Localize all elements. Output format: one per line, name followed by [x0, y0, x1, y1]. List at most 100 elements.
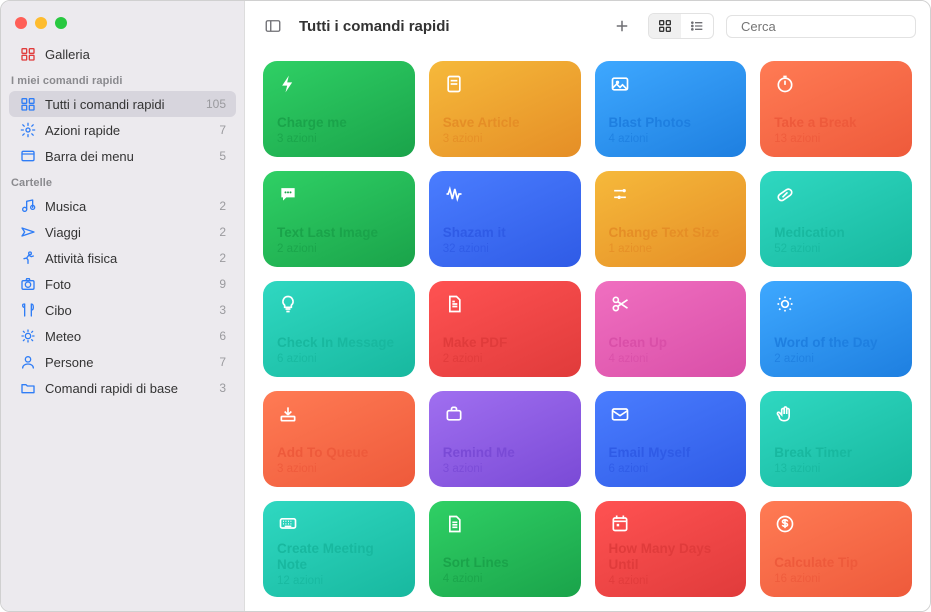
hand-icon — [774, 403, 796, 425]
main-content: Tutti i comandi rapidi Charge me 3 azion… — [245, 1, 930, 611]
shortcut-title: Make PDF — [443, 335, 567, 351]
shortcut-card[interactable]: Create Meeting Note 12 azioni — [263, 501, 415, 597]
close-button[interactable] — [15, 17, 27, 29]
music-icon — [19, 197, 37, 215]
sidebar-item-count: 3 — [219, 303, 226, 317]
shortcut-card[interactable]: Change Text Size 1 azione — [595, 171, 747, 267]
plane-icon — [19, 223, 37, 241]
sidebar-item-count: 7 — [219, 123, 226, 137]
app-window: Galleria I miei comandi rapidi Tutti i c… — [0, 0, 931, 612]
bubble-icon — [277, 183, 299, 205]
sidebar-item-all[interactable]: Tutti i comandi rapidi 105 — [9, 91, 236, 117]
shortcut-title: Charge me — [277, 115, 401, 131]
shortcut-card[interactable]: Break Timer 13 azioni — [760, 391, 912, 487]
timer-icon — [774, 73, 796, 95]
maximize-button[interactable] — [55, 17, 67, 29]
sidebar-folder-fitness[interactable]: Attività fisica 2 — [9, 245, 236, 271]
sidebar-item-label: Meteo — [45, 329, 213, 344]
shortcut-subtitle: 3 azioni — [277, 133, 401, 145]
shortcut-subtitle: 4 azioni — [609, 353, 733, 365]
shortcut-title: Word of the Day — [774, 335, 898, 351]
shortcut-subtitle: 12 azioni — [277, 575, 401, 587]
shortcut-card[interactable]: Save Article 3 azioni — [429, 61, 581, 157]
shortcut-subtitle: 2 azioni — [774, 353, 898, 365]
shortcut-subtitle: 3 azioni — [443, 133, 567, 145]
sidebar-item-label: Tutti i comandi rapidi — [45, 97, 200, 112]
shortcut-card[interactable]: Make PDF 2 azioni — [429, 281, 581, 377]
shortcut-subtitle: 6 azioni — [609, 463, 733, 475]
sidebar-item-gallery[interactable]: Galleria — [9, 41, 236, 67]
brightness-icon — [774, 293, 796, 315]
shortcut-card[interactable]: Word of the Day 2 azioni — [760, 281, 912, 377]
sidebar-item-count: 2 — [219, 251, 226, 265]
shortcut-card[interactable]: Check In Message 6 azioni — [263, 281, 415, 377]
minimize-button[interactable] — [35, 17, 47, 29]
sidebar-section-folders: Cartelle — [1, 169, 244, 193]
shortcut-title: Change Text Size — [609, 225, 733, 241]
shortcut-title: Create Meeting Note — [277, 541, 401, 573]
shortcut-card[interactable]: Blast Photos 4 azioni — [595, 61, 747, 157]
shortcut-card[interactable]: Shazam it 32 azioni — [429, 171, 581, 267]
grid-view-button[interactable] — [649, 14, 681, 38]
sidebar-item-label: Foto — [45, 277, 213, 292]
shortcut-subtitle: 4 azioni — [443, 573, 567, 585]
shortcut-card[interactable]: Calculate Tip 16 azioni — [760, 501, 912, 597]
sidebar-item-count: 105 — [206, 97, 226, 111]
sidebar-folder-foto[interactable]: Foto 9 — [9, 271, 236, 297]
search-input[interactable] — [741, 19, 917, 34]
dollar-icon — [774, 513, 796, 535]
sidebar-item-label: Musica — [45, 199, 213, 214]
shortcut-card[interactable]: Sort Lines 4 azioni — [429, 501, 581, 597]
sidebar-item-quick[interactable]: Azioni rapide 7 — [9, 117, 236, 143]
doc-icon — [443, 73, 465, 95]
shortcut-card[interactable]: Charge me 3 azioni — [263, 61, 415, 157]
shortcut-card[interactable]: Add To Queue 3 azioni — [263, 391, 415, 487]
page-title: Tutti i comandi rapidi — [299, 18, 450, 35]
shortcut-subtitle: 6 azioni — [277, 353, 401, 365]
sidebar-item-label: Attività fisica — [45, 251, 213, 266]
calendar-icon — [609, 513, 631, 533]
sidebar-folder-viaggi[interactable]: Viaggi 2 — [9, 219, 236, 245]
shortcut-title: Remind Me — [443, 445, 567, 461]
run-icon — [19, 249, 37, 267]
folder-icon — [19, 379, 37, 397]
shortcut-subtitle: 3 azioni — [277, 463, 401, 475]
shortcut-card[interactable]: Text Last Image 2 azioni — [263, 171, 415, 267]
sidebar-item-label: Comandi rapidi di base — [45, 381, 213, 396]
sun-icon — [19, 327, 37, 345]
shortcut-title: Text Last Image — [277, 225, 401, 241]
sidebar-folder-base[interactable]: Comandi rapidi di base 3 — [9, 375, 236, 401]
shortcut-card[interactable]: Medication 52 azioni — [760, 171, 912, 267]
shortcut-card[interactable]: Take a Break 13 azioni — [760, 61, 912, 157]
person-icon — [19, 353, 37, 371]
sidebar-folder-musica[interactable]: Musica 2 — [9, 193, 236, 219]
shortcut-card[interactable]: Remind Me 3 azioni — [429, 391, 581, 487]
sidebar-item-label: Azioni rapide — [45, 123, 213, 138]
shortcuts-grid-wrap: Charge me 3 azioni Save Article 3 azioni… — [245, 51, 930, 611]
shortcut-subtitle: 13 azioni — [774, 463, 898, 475]
bulb-icon — [277, 293, 299, 315]
photo-icon — [609, 73, 631, 95]
sidebar-folder-persone[interactable]: Persone 7 — [9, 349, 236, 375]
shortcut-card[interactable]: How Many Days Until 4 azioni — [595, 501, 747, 597]
search-field[interactable] — [726, 15, 916, 38]
shortcut-title: How Many Days Until — [609, 541, 733, 573]
shortcut-card[interactable]: Clean Up 4 azioni — [595, 281, 747, 377]
sidebar-folder-cibo[interactable]: Cibo 3 — [9, 297, 236, 323]
sidebar-item-label: Cibo — [45, 303, 213, 318]
shortcut-title: Calculate Tip — [774, 555, 898, 571]
sidebar-item-count: 6 — [219, 329, 226, 343]
list-view-button[interactable] — [681, 14, 713, 38]
shortcut-title: Sort Lines — [443, 555, 567, 571]
filetext-icon — [443, 293, 465, 315]
sidebar-item-menubar[interactable]: Barra dei menu 5 — [9, 143, 236, 169]
keyboard-icon — [277, 513, 299, 533]
sidebar-item-count: 5 — [219, 149, 226, 163]
sidebar-item-label: Persone — [45, 355, 213, 370]
shortcut-subtitle: 3 azioni — [443, 463, 567, 475]
toggle-sidebar-button[interactable] — [259, 14, 287, 38]
add-shortcut-button[interactable] — [608, 14, 636, 38]
shortcut-title: Clean Up — [609, 335, 733, 351]
shortcut-card[interactable]: Email Myself 6 azioni — [595, 391, 747, 487]
sidebar-folder-meteo[interactable]: Meteo 6 — [9, 323, 236, 349]
